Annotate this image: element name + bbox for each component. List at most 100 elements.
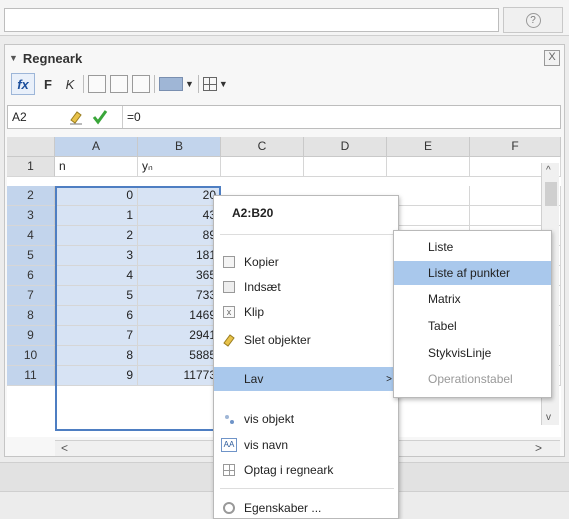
submenu-item-liste[interactable]: Liste xyxy=(394,235,551,259)
menu-item-vis-navn[interactable]: AA vis navn xyxy=(214,434,398,456)
cut-icon: x xyxy=(223,306,235,318)
bold-button[interactable]: F xyxy=(39,74,57,94)
cell-a[interactable]: 5 xyxy=(55,286,138,306)
submenu-item-matrix[interactable]: Matrix xyxy=(394,287,551,311)
input-field[interactable] xyxy=(4,8,499,32)
cell-a[interactable]: 8 xyxy=(55,346,138,366)
cell-b[interactable]: 43 xyxy=(138,206,221,226)
column-header-a[interactable]: A xyxy=(55,137,138,157)
context-menu-header: A2:B20 xyxy=(232,206,274,220)
corner-cell[interactable] xyxy=(7,137,55,157)
spreadsheet-icon xyxy=(223,464,235,476)
column-header-f[interactable]: F xyxy=(470,137,561,157)
row-header[interactable]: 11 xyxy=(7,366,55,386)
cell-a[interactable]: 0 xyxy=(55,186,138,206)
panel-titlebar: ▼ Regneark X xyxy=(5,47,564,69)
align-left-button[interactable] xyxy=(88,74,106,94)
row-header[interactable]: 6 xyxy=(7,266,55,286)
cell-reference: A2 xyxy=(12,110,27,124)
cell-b[interactable]: 20 xyxy=(138,186,221,206)
chevron-right-icon: > xyxy=(386,373,392,385)
italic-button[interactable]: K xyxy=(61,74,79,94)
menu-item-egenskaber[interactable]: Egenskaber ... xyxy=(214,497,398,519)
border-grid-icon xyxy=(202,77,217,91)
align-left-icon xyxy=(88,75,106,93)
cell-b[interactable]: 733 xyxy=(138,286,221,306)
cell-b[interactable]: 89 xyxy=(138,226,221,246)
menu-item-optag[interactable]: Optag i regneark xyxy=(214,459,398,481)
row-header[interactable]: 1 xyxy=(7,157,55,177)
column-header-d[interactable]: D xyxy=(304,137,387,157)
color-dropdown-button[interactable]: ▼ xyxy=(159,74,194,94)
menu-item-label: Slet objekter xyxy=(244,333,311,347)
cell[interactable] xyxy=(304,157,387,177)
gear-icon xyxy=(223,502,235,514)
row-header[interactable]: 8 xyxy=(7,306,55,326)
menu-item-vis-objekt[interactable]: vis objekt xyxy=(214,408,398,430)
row-header[interactable]: 7 xyxy=(7,286,55,306)
align-center-button[interactable] xyxy=(110,74,128,94)
show-label-icon: AA xyxy=(221,438,237,452)
collapse-triangle-icon[interactable]: ▼ xyxy=(9,53,18,63)
show-object-icon xyxy=(225,415,234,424)
menu-item-label: Optag i regneark xyxy=(244,463,334,477)
menu-item-label: vis objekt xyxy=(244,412,295,426)
copy-icon xyxy=(223,256,235,268)
row-header[interactable]: 4 xyxy=(7,226,55,246)
cell-a[interactable]: 1 xyxy=(55,206,138,226)
close-icon[interactable]: X xyxy=(544,50,560,66)
cell-a[interactable]: 2 xyxy=(55,226,138,246)
scroll-down-icon[interactable]: v xyxy=(546,412,551,423)
cell-a[interactable]: 6 xyxy=(55,306,138,326)
column-header-e[interactable]: E xyxy=(387,137,470,157)
row-header[interactable]: 10 xyxy=(7,346,55,366)
fx-button[interactable]: fx xyxy=(11,73,35,95)
cell-a1[interactable]: n xyxy=(55,157,138,177)
cell[interactable] xyxy=(221,157,304,177)
menu-item-indsaet[interactable]: Indsæt xyxy=(214,276,398,298)
formula-input[interactable]: =0 xyxy=(122,106,560,128)
cell-b[interactable]: 5885 xyxy=(138,346,221,366)
menu-item-label: Klip xyxy=(244,305,265,319)
cell-b1[interactable]: yₙ xyxy=(138,157,221,177)
menu-item-lav[interactable]: Lav > xyxy=(214,367,398,391)
table-row: 1 n yₙ xyxy=(7,157,561,177)
menu-item-klip[interactable]: x Klip xyxy=(214,301,398,323)
row-header[interactable]: 3 xyxy=(7,206,55,226)
submenu-item-tabel[interactable]: Tabel xyxy=(394,314,551,338)
menu-separator xyxy=(220,234,394,235)
row-header[interactable]: 5 xyxy=(7,246,55,266)
scrollbar-thumb[interactable] xyxy=(545,182,557,206)
chevron-down-icon: ▼ xyxy=(218,79,228,89)
cell-b[interactable]: 181 xyxy=(138,246,221,266)
cell-a[interactable]: 4 xyxy=(55,266,138,286)
cell-b[interactable]: 2941 xyxy=(138,326,221,346)
scroll-right-icon[interactable]: > xyxy=(535,441,542,455)
cell-b[interactable]: 365 xyxy=(138,266,221,286)
formula-bar: A2 =0 xyxy=(7,105,561,129)
row-header[interactable]: 2 xyxy=(7,186,55,206)
menu-item-slet[interactable]: Slet objekter xyxy=(214,329,398,351)
menu-item-label: vis navn xyxy=(244,438,289,452)
menu-item-kopier[interactable]: Kopier xyxy=(214,251,398,273)
cell-a[interactable]: 3 xyxy=(55,246,138,266)
border-dropdown-button[interactable]: ▼ xyxy=(202,74,228,94)
check-icon[interactable] xyxy=(92,109,108,125)
eraser-icon[interactable] xyxy=(68,109,84,125)
scroll-up-icon[interactable]: ^ xyxy=(546,165,551,176)
align-right-button[interactable] xyxy=(132,74,150,94)
cell[interactable] xyxy=(387,157,470,177)
cell-a[interactable]: 9 xyxy=(55,366,138,386)
cell-b[interactable]: 1469 xyxy=(138,306,221,326)
column-header-b[interactable]: B xyxy=(138,137,221,157)
row-header[interactable]: 9 xyxy=(7,326,55,346)
menu-item-label: Kopier xyxy=(244,255,279,269)
cell-b[interactable]: 11773 xyxy=(138,366,221,386)
submenu-item-liste-af-punkter[interactable]: Liste af punkter xyxy=(394,261,551,285)
help-button[interactable]: ? xyxy=(503,7,563,33)
scroll-left-icon[interactable]: < xyxy=(61,441,68,455)
menu-item-label: Indsæt xyxy=(244,280,281,294)
submenu-item-stykvislinje[interactable]: StykvisLinje xyxy=(394,341,551,365)
column-header-c[interactable]: C xyxy=(221,137,304,157)
cell-a[interactable]: 7 xyxy=(55,326,138,346)
